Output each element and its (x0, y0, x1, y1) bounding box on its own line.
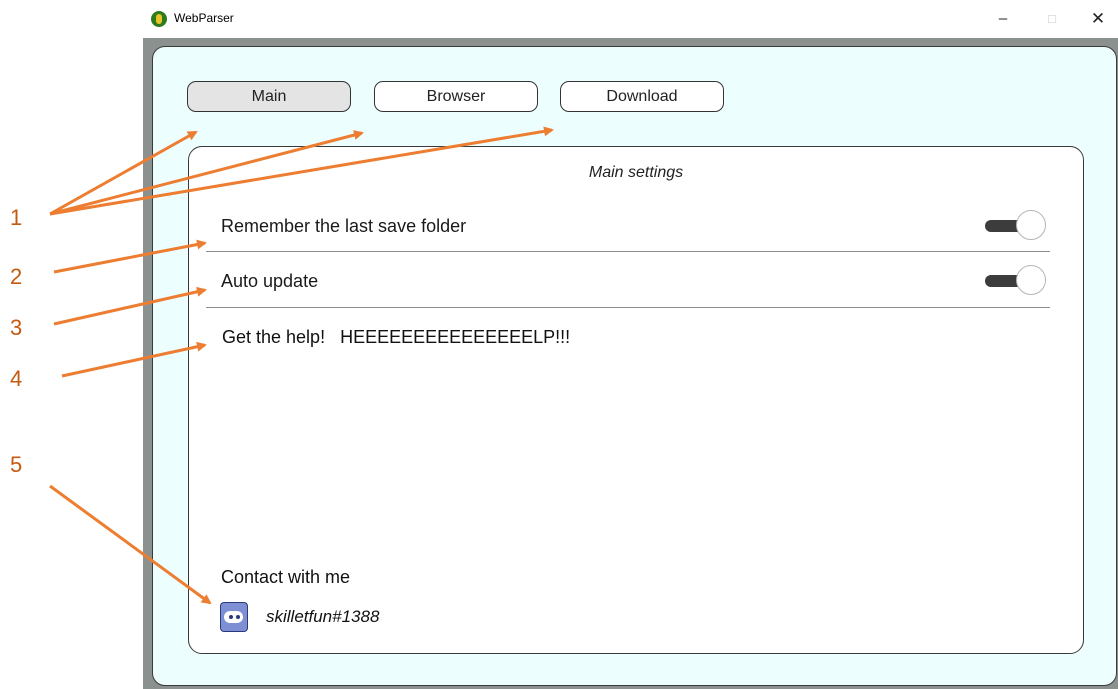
arrow-4-to-help (61, 341, 207, 378)
arrow-3-to-auto-update (53, 286, 207, 326)
arrow-5-to-contact (49, 484, 212, 605)
arrow-2-to-remember-setting (53, 239, 207, 274)
arrow-1-to-browser-tab (49, 130, 364, 216)
annotation-arrows (49, 126, 554, 605)
